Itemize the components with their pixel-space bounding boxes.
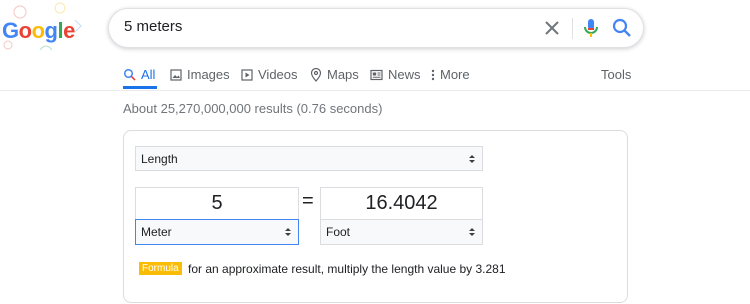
tab-maps-label: Maps	[327, 67, 359, 82]
google-logo[interactable]: Google	[0, 0, 100, 58]
map-pin-icon	[310, 67, 322, 82]
to-value-input[interactable]: 16.4042	[320, 187, 483, 220]
tab-videos[interactable]: Videos	[241, 67, 298, 82]
search-button[interactable]	[611, 17, 633, 39]
microphone-icon	[584, 19, 598, 37]
close-icon	[545, 21, 559, 35]
more-vert-icon	[431, 69, 435, 80]
voice-search-button[interactable]	[581, 17, 601, 39]
search-input[interactable]	[124, 18, 524, 35]
from-unit-select[interactable]: Meter	[135, 219, 299, 245]
select-arrows-icon	[469, 154, 475, 163]
tab-images-label: Images	[187, 67, 230, 82]
search-icon	[612, 18, 631, 37]
tab-all[interactable]: All	[123, 67, 155, 82]
tab-more-label: More	[440, 67, 470, 82]
formula-description: for an approximate result, multiply the …	[188, 262, 506, 276]
tools-button[interactable]: Tools	[601, 67, 631, 82]
unit-category-select[interactable]: Length	[135, 146, 483, 171]
tab-images[interactable]: Images	[170, 67, 230, 82]
image-icon	[170, 68, 182, 81]
to-unit-select[interactable]: Foot	[320, 219, 483, 245]
search-icon	[123, 68, 136, 81]
video-icon	[241, 68, 253, 81]
search-tabs: All Images Videos Maps News More	[123, 67, 593, 87]
search-box	[108, 8, 644, 48]
clear-search-button[interactable]	[542, 18, 562, 38]
search-divider	[572, 18, 573, 39]
result-stats: About 25,270,000,000 results (0.76 secon…	[123, 101, 383, 116]
tab-news[interactable]: News	[370, 67, 421, 82]
select-arrows-icon	[285, 228, 291, 236]
active-tab-indicator	[123, 86, 157, 89]
tab-all-label: All	[141, 67, 156, 82]
news-icon	[370, 69, 383, 80]
tab-videos-label: Videos	[258, 67, 298, 82]
select-arrows-icon	[469, 228, 475, 236]
unit-category-label: Length	[141, 151, 178, 166]
from-value-input[interactable]: 5	[135, 187, 299, 220]
equals-sign: =	[302, 190, 314, 212]
tab-news-label: News	[388, 67, 421, 82]
nav-divider	[0, 90, 750, 91]
tab-maps[interactable]: Maps	[310, 67, 359, 82]
to-unit-label: Foot	[326, 225, 351, 239]
logo-wordmark: Google	[2, 18, 75, 43]
tab-more[interactable]: More	[431, 67, 470, 82]
formula-badge: Formula	[139, 262, 182, 275]
from-unit-label: Meter	[141, 225, 172, 239]
